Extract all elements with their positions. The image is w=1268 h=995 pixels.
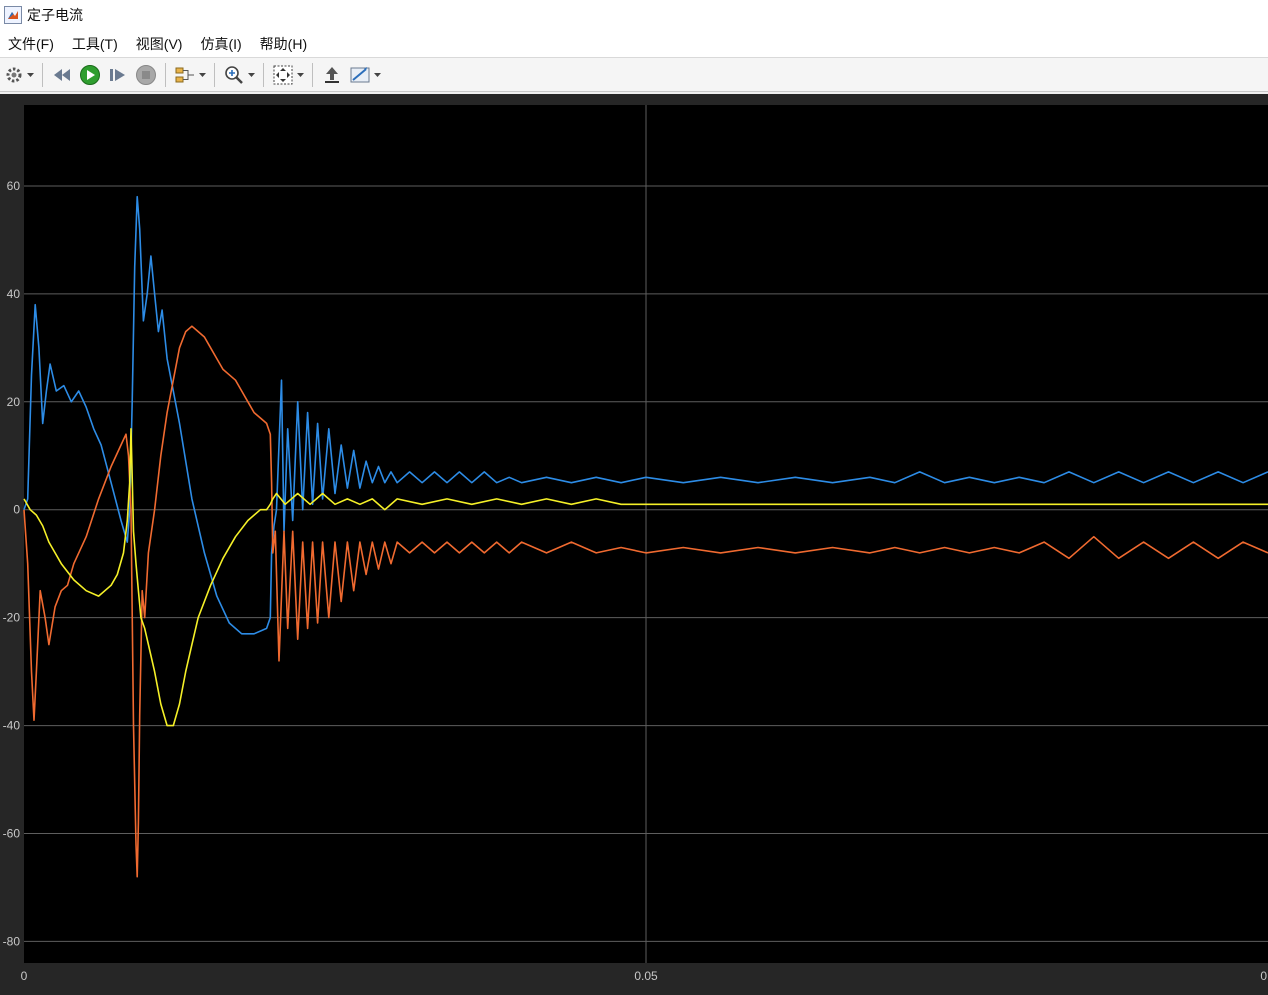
menu-help[interactable]: 帮助(H) [251,34,316,54]
run-icon [80,64,100,85]
menu-file[interactable]: 文件(F) [0,34,63,54]
toolbar-separator [214,62,215,87]
matlab-app-icon [4,6,22,24]
restore-layout-button[interactable] [321,62,343,88]
settings-dropdown[interactable] [27,62,34,88]
chevron-down-icon [374,72,381,77]
step-back-button[interactable] [51,62,73,88]
chevron-down-icon [248,72,255,77]
menu-tools[interactable]: 工具(T) [63,34,127,54]
y-tick-label: -60 [3,826,21,840]
menu-view[interactable]: 视图(V) [127,34,192,54]
measure-icon [350,66,370,82]
toolbar-separator [165,62,166,87]
y-tick-label: -80 [3,934,21,948]
step-forward-button[interactable] [107,62,129,88]
y-tick-label: 60 [7,179,21,193]
chevron-down-icon [27,72,34,77]
settings-icon [6,67,22,82]
y-tick-label: -40 [3,719,21,733]
restore-layout-icon [325,66,339,83]
stop-icon [136,64,156,85]
x-tick-label: 0 [1260,969,1267,983]
stop-button[interactable] [135,62,157,88]
title-bar: 定子电流 [0,0,1268,30]
chevron-down-icon [297,72,304,77]
run-button[interactable] [79,62,101,88]
toolbar [0,58,1268,92]
measure-button[interactable] [349,62,371,88]
fit-to-view-icon [273,65,293,84]
signal-selector-icon [175,67,194,82]
y-tick-label: 0 [13,503,20,517]
toolbar-separator [42,62,43,87]
zoom-in-icon [225,65,243,84]
y-tick-label: 20 [7,395,21,409]
toolbar-separator [312,62,313,87]
measure-dropdown[interactable] [374,62,381,88]
settings-button[interactable] [4,62,24,88]
fit-dropdown[interactable] [297,62,304,88]
window-title: 定子电流 [27,7,83,23]
fit-to-view-button[interactable] [272,62,294,88]
step-back-icon [54,68,70,81]
menu-simulation[interactable]: 仿真(I) [191,34,250,54]
menu-bar: 文件(F) 工具(T) 视图(V) 仿真(I) 帮助(H) [0,30,1268,58]
x-tick-label: 0 [21,969,28,983]
signal-selector-dropdown[interactable] [199,62,206,88]
zoom-dropdown[interactable] [248,62,255,88]
toolbar-separator [263,62,264,87]
zoom-in-button[interactable] [223,62,245,88]
y-tick-label: 40 [7,287,21,301]
signal-selector-button[interactable] [174,62,196,88]
chevron-down-icon [199,72,206,77]
y-tick-label: -20 [3,611,21,625]
scope-display: 60 40 20 0 -20 -40 -60 -80 0 0.05 0 [0,94,1268,995]
stator-current-plot[interactable]: 60 40 20 0 -20 -40 -60 -80 0 0.05 0 [0,94,1268,995]
step-forward-icon [110,68,125,81]
x-tick-label: 0.05 [634,969,658,983]
